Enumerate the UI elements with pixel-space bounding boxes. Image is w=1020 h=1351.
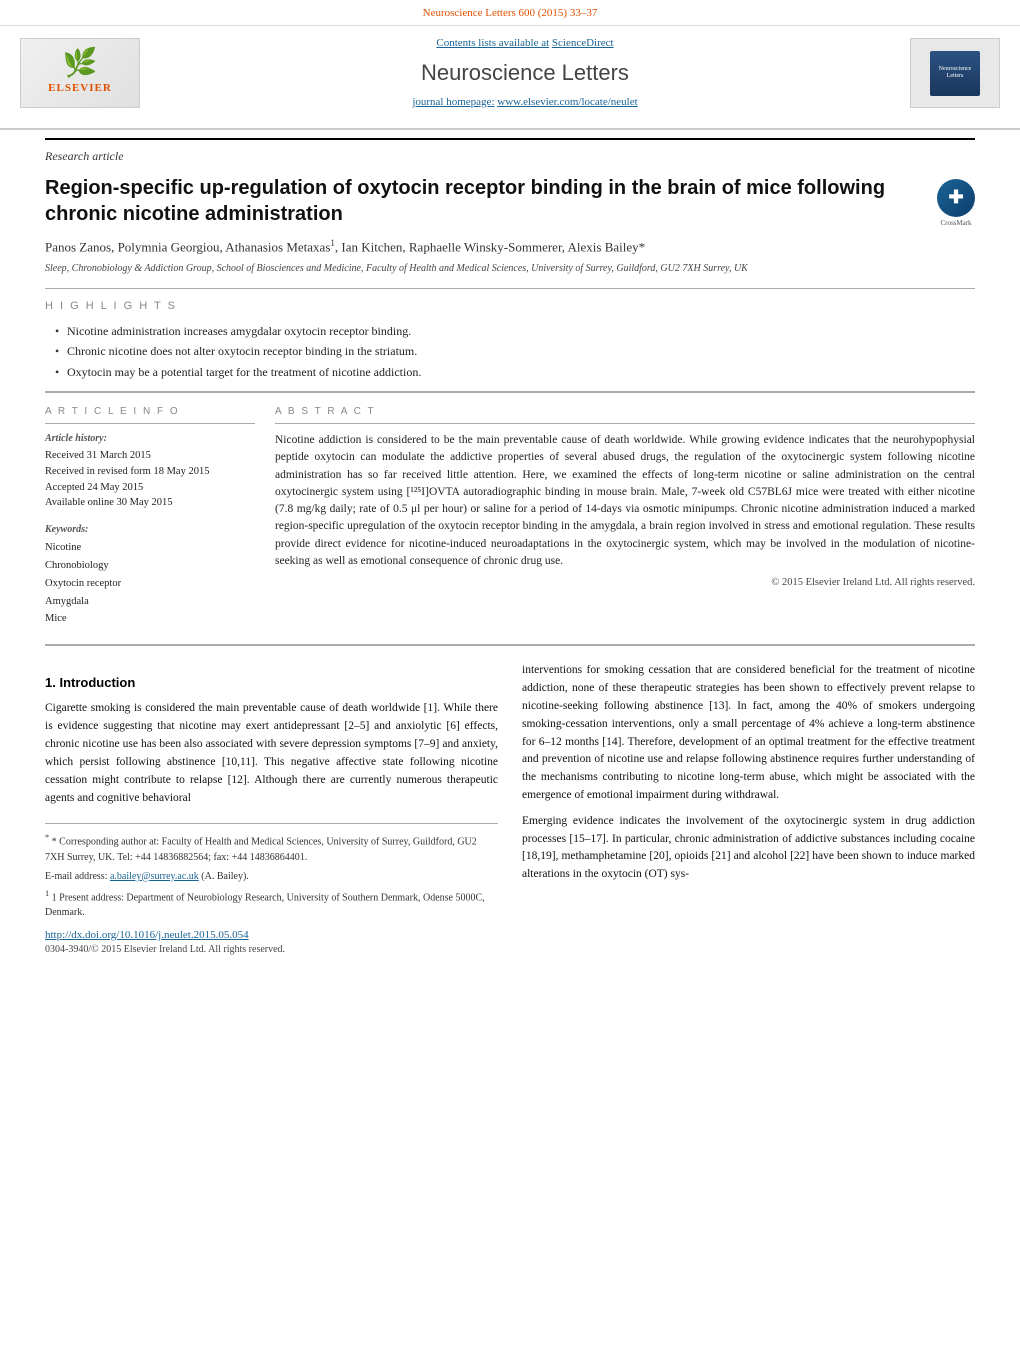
copyright-line: © 2015 Elsevier Ireland Ltd. All rights … xyxy=(275,576,975,591)
footnote-area: * * Corresponding author at: Faculty of … xyxy=(45,823,498,920)
footnote-sup1: 1 1 Present address: Department of Neuro… xyxy=(45,888,498,920)
corresponding-asterisk: * xyxy=(639,239,646,254)
date-received: Received 31 March 2015 xyxy=(45,448,255,464)
elsevier-logo: 🌿 ELSEVIER xyxy=(20,38,140,108)
divider-1 xyxy=(45,288,975,289)
footnote-sup1-text: 1 Present address: Department of Neurobi… xyxy=(45,892,485,918)
elsevier-tree-icon: 🌿 xyxy=(63,50,98,78)
sciencedirect-link[interactable]: ScienceDirect xyxy=(552,37,614,49)
abstract-text: Nicotine addiction is considered to be t… xyxy=(275,432,975,570)
contents-label: Contents lists available at xyxy=(436,37,549,49)
divider-2 xyxy=(45,391,975,393)
abstract-column: A B S T R A C T Nicotine addiction is co… xyxy=(275,405,975,628)
article-title: Region-specific up-regulation of oxytoci… xyxy=(45,175,917,227)
history-label: Article history: xyxy=(45,432,255,446)
footnote-corresponding: * * Corresponding author at: Faculty of … xyxy=(45,832,498,864)
article-title-section: Region-specific up-regulation of oxytoci… xyxy=(45,175,975,227)
highlights-list: Nicotine administration increases amygda… xyxy=(55,323,975,381)
keyword-3: Oxytocin receptor xyxy=(45,575,255,593)
highlights-header: H I G H L I G H T S xyxy=(45,299,975,314)
crossmark-icon: ✚ xyxy=(937,179,975,217)
keywords-label: Keywords: xyxy=(45,523,255,537)
date-revised: Received in revised form 18 May 2015 xyxy=(45,464,255,480)
abstract-paragraph: Nicotine addiction is considered to be t… xyxy=(275,432,975,570)
body-col-right: interventions for smoking cessation that… xyxy=(522,662,975,957)
contents-line: Contents lists available at ScienceDirec… xyxy=(160,36,890,51)
intro-para-1: Cigarette smoking is considered the main… xyxy=(45,700,498,807)
highlight-item-2: Chronic nicotine does not alter oxytocin… xyxy=(55,343,975,360)
highlight-item-3: Oxytocin may be a potential target for t… xyxy=(55,364,975,381)
crossmark-label: CrossMark xyxy=(937,219,975,229)
author-names-main: Panos Zanos, Polymnia Georgiou, Athanasi… xyxy=(45,239,330,254)
abstract-header: A B S T R A C T xyxy=(275,405,975,424)
article-type: Research article xyxy=(45,138,975,165)
footnote-star: * xyxy=(45,833,49,842)
issn-line: 0304-3940/© 2015 Elsevier Ireland Ltd. A… xyxy=(45,943,498,957)
journal-header: Neuroscience Letters 600 (2015) 33–37 🌿 … xyxy=(0,0,1020,130)
keyword-2: Chronobiology xyxy=(45,557,255,575)
journal-branding: 🌿 ELSEVIER Contents lists available at S… xyxy=(0,26,1020,120)
keyword-4: Amygdala xyxy=(45,593,255,611)
homepage-line: journal homepage: www.elsevier.com/locat… xyxy=(160,95,890,110)
authors-line: Panos Zanos, Polymnia Georgiou, Athanasi… xyxy=(45,237,975,257)
body-col-left: 1. Introduction Cigarette smoking is con… xyxy=(45,662,498,957)
divider-3 xyxy=(45,644,975,646)
main-content: Research article Region-specific up-regu… xyxy=(0,138,1020,957)
author-names-cont: , Ian Kitchen, Raphaelle Winsky-Sommerer… xyxy=(335,239,639,254)
article-info-header: A R T I C L E I N F O xyxy=(45,405,255,424)
elsevier-wordmark: ELSEVIER xyxy=(48,81,112,96)
body-section: 1. Introduction Cigarette smoking is con… xyxy=(45,662,975,957)
nl-icon: NeuroscienceLetters xyxy=(930,51,980,96)
keywords-list: Nicotine Chronobiology Oxytocin receptor… xyxy=(45,539,255,628)
article-info-abstract-section: A R T I C L E I N F O Article history: R… xyxy=(45,405,975,628)
journal-center-info: Contents lists available at ScienceDirec… xyxy=(140,36,910,110)
email-link[interactable]: a.bailey@surrey.ac.uk xyxy=(110,871,199,882)
doi-link[interactable]: http://dx.doi.org/10.1016/j.neulet.2015.… xyxy=(45,928,498,943)
journal-citation: Neuroscience Letters 600 (2015) 33–37 xyxy=(423,7,598,19)
keyword-1: Nicotine xyxy=(45,539,255,557)
journal-url[interactable]: www.elsevier.com/locate/neulet xyxy=(497,96,637,108)
date-online: Available online 30 May 2015 xyxy=(45,495,255,511)
intro-para-right-2: Emerging evidence indicates the involvem… xyxy=(522,813,975,884)
article-info-column: A R T I C L E I N F O Article history: R… xyxy=(45,405,255,628)
intro-heading: 1. Introduction xyxy=(45,674,498,692)
date-accepted: Accepted 24 May 2015 xyxy=(45,480,255,496)
crossmark-badge: ✚ CrossMark xyxy=(937,179,975,217)
article-dates: Received 31 March 2015 Received in revis… xyxy=(45,448,255,511)
nl-logo-box: NeuroscienceLetters xyxy=(910,38,1000,108)
page: Neuroscience Letters 600 (2015) 33–37 🌿 … xyxy=(0,0,1020,1351)
highlight-item-1: Nicotine administration increases amygda… xyxy=(55,323,975,340)
journal-citation-bar: Neuroscience Letters 600 (2015) 33–37 xyxy=(0,0,1020,26)
intro-para-right-1: interventions for smoking cessation that… xyxy=(522,662,975,805)
homepage-label: journal homepage: xyxy=(412,96,494,108)
footnote-email: E-mail address: a.bailey@surrey.ac.uk (A… xyxy=(45,869,498,884)
keyword-5: Mice xyxy=(45,610,255,628)
journal-name: Neuroscience Letters xyxy=(160,58,890,89)
author-affiliation: Sleep, Chronobiology & Addiction Group, … xyxy=(45,262,975,276)
